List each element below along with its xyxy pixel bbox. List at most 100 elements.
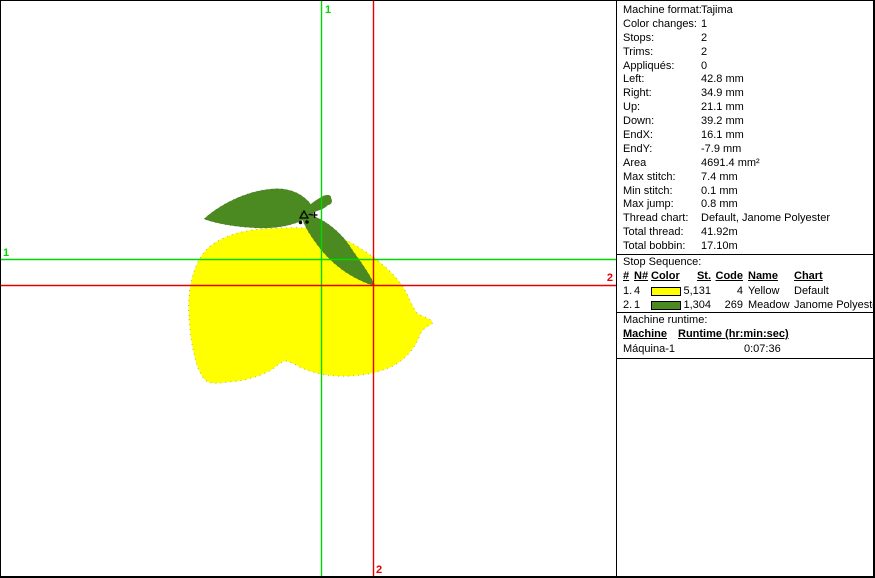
stop-sequence-row: 1. 4 5,131 4 Yellow Default xyxy=(623,284,874,298)
guide-2-right-label: 2 xyxy=(607,272,613,284)
stat-label: EndY: xyxy=(623,143,652,155)
stat-area: Area 4691.4 mm² xyxy=(623,157,874,171)
col-header-code: Code xyxy=(711,269,743,284)
stat-label: Color changes: xyxy=(623,18,697,30)
embroidery-design-properties-window: 1 1 2 2 Machine format:Tajima Color chan… xyxy=(0,0,875,578)
row-code: 4 xyxy=(711,284,743,298)
thread-color-swatch xyxy=(651,301,681,310)
stat-label: Left: xyxy=(623,73,644,85)
stat-trims: Trims: 2 xyxy=(623,46,874,60)
row-chart: Default xyxy=(789,284,874,298)
stat-value: 42.8 mm xyxy=(701,73,744,87)
row-color-name: Yellow xyxy=(743,284,789,298)
stop-sequence-title: Stop Sequence: xyxy=(623,255,874,269)
runtime-header-row: Machine Runtime (hr:min:sec) xyxy=(623,327,874,342)
stat-label: Down: xyxy=(623,115,654,127)
stat-label: Right: xyxy=(623,87,652,99)
stat-min-stitch: Min stitch: 0.1 mm xyxy=(623,185,874,199)
design-stats-list: Machine format:Tajima Color changes: 1 St… xyxy=(617,1,874,254)
col-header-num: # xyxy=(623,269,634,284)
stat-value: 41.92m xyxy=(701,226,738,240)
guide-1-left-label: 1 xyxy=(3,247,9,259)
stat-value: Default, Janome Polyester xyxy=(701,212,830,226)
stop-sequence-row: 2. 1 1,304 269 Meadow Janome Polyester xyxy=(623,298,874,312)
stat-value: -7.9 mm xyxy=(701,143,741,157)
design-canvas[interactable]: 1 1 2 2 xyxy=(1,1,616,576)
marker-dot-icon xyxy=(299,221,301,223)
row-num: 1. xyxy=(623,284,634,298)
stat-value: 4691.4 mm² xyxy=(701,157,760,171)
stat-machine-format: Machine format:Tajima xyxy=(623,4,874,18)
row-chart: Janome Polyester xyxy=(789,298,875,312)
col-header-name: Name xyxy=(743,269,789,284)
machine-runtime-title: Machine runtime: xyxy=(623,313,874,327)
guide-2-bottom-label: 2 xyxy=(376,564,382,576)
stat-label: Appliqués: xyxy=(623,60,674,72)
lemon-leaf-left-shape xyxy=(204,189,314,228)
stat-label: Trims: xyxy=(623,46,653,58)
stat-up: Up: 21.1 mm xyxy=(623,101,874,115)
thread-color-swatch xyxy=(651,287,681,296)
stat-label: EndX: xyxy=(623,129,653,141)
stat-stops: Stops: 2 xyxy=(623,32,874,46)
stat-value: 16.1 mm xyxy=(701,129,744,143)
stat-endx: EndX: 16.1 mm xyxy=(623,129,874,143)
guide-1-top-label: 1 xyxy=(325,4,331,16)
row-stitches: 5,131 xyxy=(683,284,711,298)
stat-total-thread: Total thread: 41.92m xyxy=(623,226,874,240)
runtime-row: Máquina-1 0:07:36 xyxy=(623,342,874,356)
stat-label: Stops: xyxy=(623,32,654,44)
col-header-st: St. xyxy=(683,269,711,284)
col-header-color: Color xyxy=(651,269,683,284)
stat-value: 0.1 mm xyxy=(701,185,738,199)
stat-value: 34.9 mm xyxy=(701,87,744,101)
stat-label: Up: xyxy=(623,101,640,113)
stat-right: Right: 34.9 mm xyxy=(623,87,874,101)
runtime-value: 0:07:36 xyxy=(678,342,874,356)
stat-value: 39.2 mm xyxy=(701,115,744,129)
row-color-name: Meadow xyxy=(743,298,789,312)
stat-value: 0 xyxy=(701,60,707,74)
col-header-machine: Machine xyxy=(623,327,678,342)
stat-value: 0.8 mm xyxy=(701,198,738,212)
stat-value: 2 xyxy=(701,46,707,60)
stat-total-bobbin: Total bobbin:17.10m xyxy=(623,240,874,254)
stat-down: Down: 39.2 mm xyxy=(623,115,874,129)
stat-endy: EndY: -7.9 mm xyxy=(623,143,874,157)
col-header-chart: Chart xyxy=(789,269,874,284)
row-num: 2. xyxy=(623,298,634,312)
stat-value: 2 xyxy=(701,32,707,46)
stat-label: Machine format: xyxy=(623,4,702,16)
stat-label: Thread chart: xyxy=(623,212,688,224)
stat-thread-chart: Thread chart: Default, Janome Polyester xyxy=(623,212,874,226)
stat-max-jump: Max jump: 0.8 mm xyxy=(623,198,874,212)
stat-label: Min stitch: xyxy=(623,185,673,197)
marker-dot-icon xyxy=(306,221,308,223)
stat-appliques: Appliqués: 0 xyxy=(623,60,874,74)
stop-sequence-header-row: # N# Color St. Code Name Chart xyxy=(623,269,874,284)
col-header-n: N# xyxy=(634,269,651,284)
stat-left: Left: 42.8 mm xyxy=(623,73,874,87)
stat-label: Max stitch: xyxy=(623,171,676,183)
stat-value: Tajima xyxy=(701,4,733,18)
stat-value: 7.4 mm xyxy=(701,171,738,185)
design-artwork: 1 1 2 2 xyxy=(1,1,616,576)
row-needle: 1 xyxy=(634,298,651,312)
stat-label: Total thread: xyxy=(623,226,684,238)
stat-value: 21.1 mm xyxy=(701,101,744,115)
lemon-stem-knob xyxy=(324,197,332,205)
stat-color-changes: Color changes: 1 xyxy=(623,18,874,32)
row-code: 269 xyxy=(711,298,743,312)
machine-runtime-section: Machine runtime: Machine Runtime (hr:min… xyxy=(617,312,874,359)
design-info-panel: Machine format:Tajima Color changes: 1 St… xyxy=(616,1,874,576)
lemon-body-shape xyxy=(189,228,433,384)
stop-sequence-section: Stop Sequence: # N# Color St. Code Name … xyxy=(617,254,874,312)
stat-value: 1 xyxy=(701,18,707,32)
stat-max-stitch: Max stitch: 7.4 mm xyxy=(623,171,874,185)
row-needle: 4 xyxy=(634,284,651,298)
col-header-runtime: Runtime (hr:min:sec) xyxy=(678,327,874,342)
row-stitches: 1,304 xyxy=(683,298,711,312)
stat-label: Max jump: xyxy=(623,198,674,210)
stat-label: Area xyxy=(623,157,646,169)
runtime-machine-name: Máquina-1 xyxy=(623,342,678,356)
